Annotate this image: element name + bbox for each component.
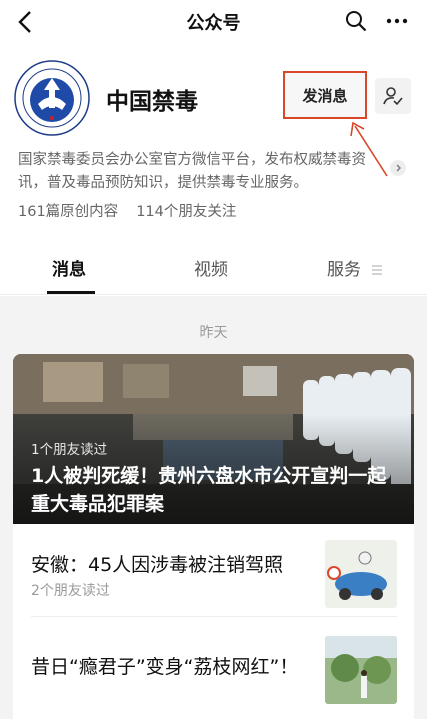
- tab-services[interactable]: 服务: [327, 245, 361, 295]
- featured-article[interactable]: 1个朋友读过 1人被判死缓！贵州六盘水市公开宣判一起重大毒品犯罪案: [13, 354, 414, 524]
- article-title: 安徽：45人因涉毒被注销驾照: [31, 554, 284, 576]
- message-feed: 昨天 1个朋友读过 1人被判死缓！贵州六盘水市公开宣判一起重大毒品犯罪案 安徽：…: [0, 296, 427, 719]
- original-count[interactable]: 161篇原创内容: [18, 200, 118, 221]
- active-tab-indicator: [47, 291, 95, 294]
- article-title: 昔日“瘾君子”变身“荔枝网红”！: [31, 656, 299, 678]
- tab-messages[interactable]: 消息: [52, 245, 86, 295]
- chevron-left-icon[interactable]: [14, 9, 38, 35]
- menu-icon: [372, 265, 382, 275]
- friends-following[interactable]: 114个朋友关注: [136, 200, 236, 221]
- top-bar: 公众号: [0, 0, 427, 44]
- list-item[interactable]: 昔日“瘾君子”变身“荔枝网红”！: [13, 616, 414, 708]
- send-message-label: 发消息: [302, 86, 348, 105]
- send-message-button[interactable]: 发消息: [283, 71, 367, 119]
- tab-videos[interactable]: 视频: [194, 245, 228, 295]
- chevron-right-icon[interactable]: [390, 160, 406, 176]
- article-thumbnail: [325, 540, 397, 608]
- search-icon[interactable]: [345, 10, 367, 32]
- person-check-icon: [383, 87, 403, 106]
- more-dots-icon[interactable]: [385, 10, 409, 32]
- account-description: 国家禁毒委员会办公室官方微信平台，发布权威禁毒资讯，普及毒品预防知识，提供禁毒专…: [18, 152, 366, 191]
- featured-title: 1人被判死缓！贵州六盘水市公开宣判一起重大毒品犯罪案: [31, 465, 387, 515]
- tab-bar: 消息 视频 服务: [0, 245, 427, 295]
- article-card: 1个朋友读过 1人被判死缓！贵州六盘水市公开宣判一起重大毒品犯罪案 安徽：45人…: [13, 354, 414, 719]
- article-readers: 2个朋友读过: [31, 583, 110, 599]
- account-profile: 中国禁毒 发消息 国家禁毒委员会办公室官方微信平台，发布权威禁毒资讯，普及毒品预…: [0, 52, 427, 232]
- account-stats: 161篇原创内容 114个朋友关注: [18, 200, 236, 221]
- page-title: 公众号: [186, 13, 241, 34]
- list-item[interactable]: 安徽：45人因涉毒被注销驾照 2个朋友读过: [13, 524, 414, 616]
- article-thumbnail: [325, 636, 397, 704]
- account-name: 中国禁毒: [106, 89, 198, 115]
- featured-readers: 1个朋友读过: [31, 442, 108, 458]
- account-avatar[interactable]: [14, 60, 90, 136]
- follow-button[interactable]: [375, 78, 411, 114]
- date-label: 昨天: [199, 325, 228, 341]
